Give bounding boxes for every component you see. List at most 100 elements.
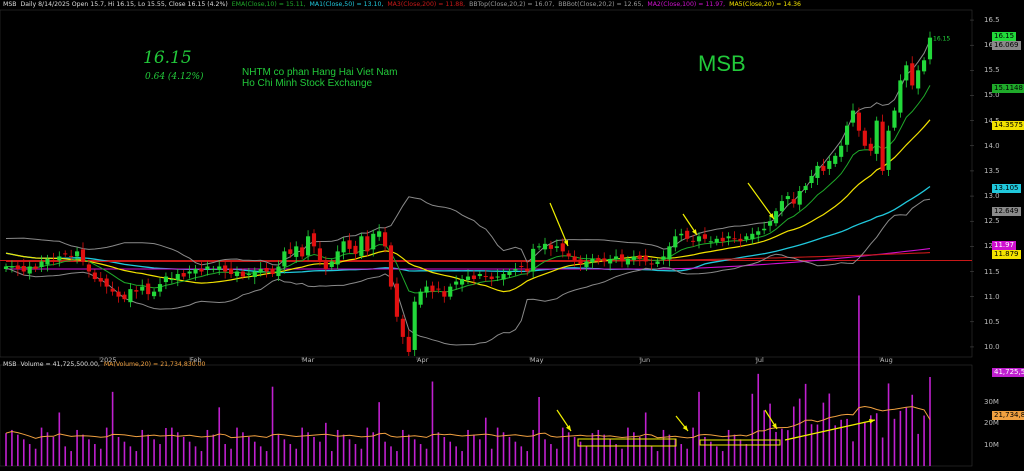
volume-bar xyxy=(858,295,860,466)
y-tick-label: 13.0 xyxy=(984,192,1000,201)
volume-bar xyxy=(94,444,96,466)
candle-body xyxy=(347,240,352,249)
volume-bar xyxy=(721,451,724,466)
price-header: MSB Daily 8/14/2025 Open 15.7, Hi 16.15,… xyxy=(3,1,803,8)
x-tick-label: May xyxy=(530,356,544,364)
candle-body xyxy=(169,279,174,281)
candle-body xyxy=(128,289,133,303)
volume-bar xyxy=(52,436,55,466)
volume-bar xyxy=(336,429,339,466)
volume-bar xyxy=(899,410,902,466)
candle-body xyxy=(223,265,228,272)
volume-bar xyxy=(218,407,221,466)
candle-body xyxy=(335,251,340,265)
header-bbtop: BBTop(Close,20,2) = 16.07, xyxy=(469,1,555,8)
badge-ma20: 14.3575 xyxy=(992,121,1024,130)
candle-body xyxy=(394,283,399,317)
candle-body xyxy=(353,245,358,254)
volume-bar xyxy=(810,424,813,466)
volume-bar xyxy=(502,432,505,466)
candle-body xyxy=(904,65,909,81)
volume-bar xyxy=(194,446,197,466)
volume-bar xyxy=(40,427,43,466)
candle-body xyxy=(625,258,630,265)
candle-body xyxy=(27,266,32,274)
volume-bar xyxy=(236,427,238,466)
annotation-arrowhead xyxy=(565,425,571,431)
vol-header-symbol: MSB xyxy=(3,361,17,368)
candle-body xyxy=(175,274,180,281)
candle-body xyxy=(264,267,269,272)
volume-bar xyxy=(526,451,529,466)
candle-body xyxy=(229,268,234,275)
volume-bar xyxy=(283,439,286,466)
header-ma20: MA5(Close,20) = 14.36 xyxy=(729,1,801,8)
candle-body xyxy=(572,256,577,262)
volume-bar xyxy=(704,436,706,466)
candle-body xyxy=(560,243,565,252)
candle-body xyxy=(596,257,601,262)
annotation-arrowhead xyxy=(691,229,697,235)
volume-bar xyxy=(295,448,298,466)
header-ema10: EMA(Close,10) = 15.11, xyxy=(231,1,306,8)
volume-bar xyxy=(182,436,185,466)
volume-bar xyxy=(141,429,144,466)
candle-body xyxy=(110,288,115,292)
stock-chart: 16.15 MSB Daily 8/14/2025 Open 15.7, Hi … xyxy=(0,0,1024,471)
header-ma200: MA3(Close,200) = 11.88, xyxy=(387,1,466,8)
badge-bbtop: 16.069 xyxy=(992,41,1021,50)
volume-bar xyxy=(248,436,250,466)
chart-canvas: 16.15 xyxy=(0,9,974,467)
candle-body xyxy=(489,276,494,280)
candle-body xyxy=(614,256,619,259)
volume-bar xyxy=(834,425,837,466)
volume-bar xyxy=(840,419,842,466)
volume-bar xyxy=(253,441,256,466)
volume-bar xyxy=(360,448,363,466)
candle-body xyxy=(365,236,370,252)
volume-bar xyxy=(751,393,754,466)
badge-ma100: 11.97 xyxy=(992,241,1017,250)
volume-bar xyxy=(390,446,392,466)
candle-body xyxy=(317,248,322,262)
candle-body xyxy=(388,245,394,287)
candle-body xyxy=(86,264,91,272)
candle-body xyxy=(862,130,867,146)
volume-bar xyxy=(259,446,262,466)
candle-body xyxy=(519,265,524,267)
volume-bar xyxy=(105,427,108,466)
ma20-line xyxy=(5,119,931,293)
volume-bar xyxy=(923,415,925,466)
y-tick-label: 10.0 xyxy=(984,342,1000,351)
volume-bar xyxy=(520,446,523,466)
volume-bar xyxy=(556,448,558,466)
badge-ema10: 15.1148 xyxy=(992,84,1024,93)
volume-bar xyxy=(650,446,653,466)
volume-bar xyxy=(176,432,179,466)
candle-body xyxy=(537,246,542,248)
volume-bar xyxy=(407,434,410,466)
volume-bar xyxy=(147,434,149,466)
candle-body xyxy=(702,234,707,239)
x-tick-label: Aug xyxy=(880,356,893,364)
candle-body xyxy=(548,244,553,249)
candle-body xyxy=(39,261,44,267)
volume-bar xyxy=(887,383,890,466)
candle-body xyxy=(714,238,719,243)
candle-body xyxy=(3,266,9,269)
volume-bar xyxy=(153,439,155,466)
volume-bar xyxy=(301,427,303,466)
volume-bar xyxy=(550,444,552,466)
badge-bbbot: 12.649 xyxy=(992,207,1021,216)
candle-body xyxy=(163,276,168,283)
volume-bar xyxy=(473,434,475,466)
volume-tick-label: 10M xyxy=(984,440,999,449)
candle-body xyxy=(631,256,636,260)
candle-body xyxy=(329,261,334,267)
volume-bar xyxy=(449,441,452,466)
candle-body xyxy=(916,70,921,89)
volume-bar xyxy=(514,441,517,466)
candle-body xyxy=(608,258,613,264)
volume-bar xyxy=(342,434,345,466)
x-tick-label: 2025 xyxy=(100,356,117,364)
